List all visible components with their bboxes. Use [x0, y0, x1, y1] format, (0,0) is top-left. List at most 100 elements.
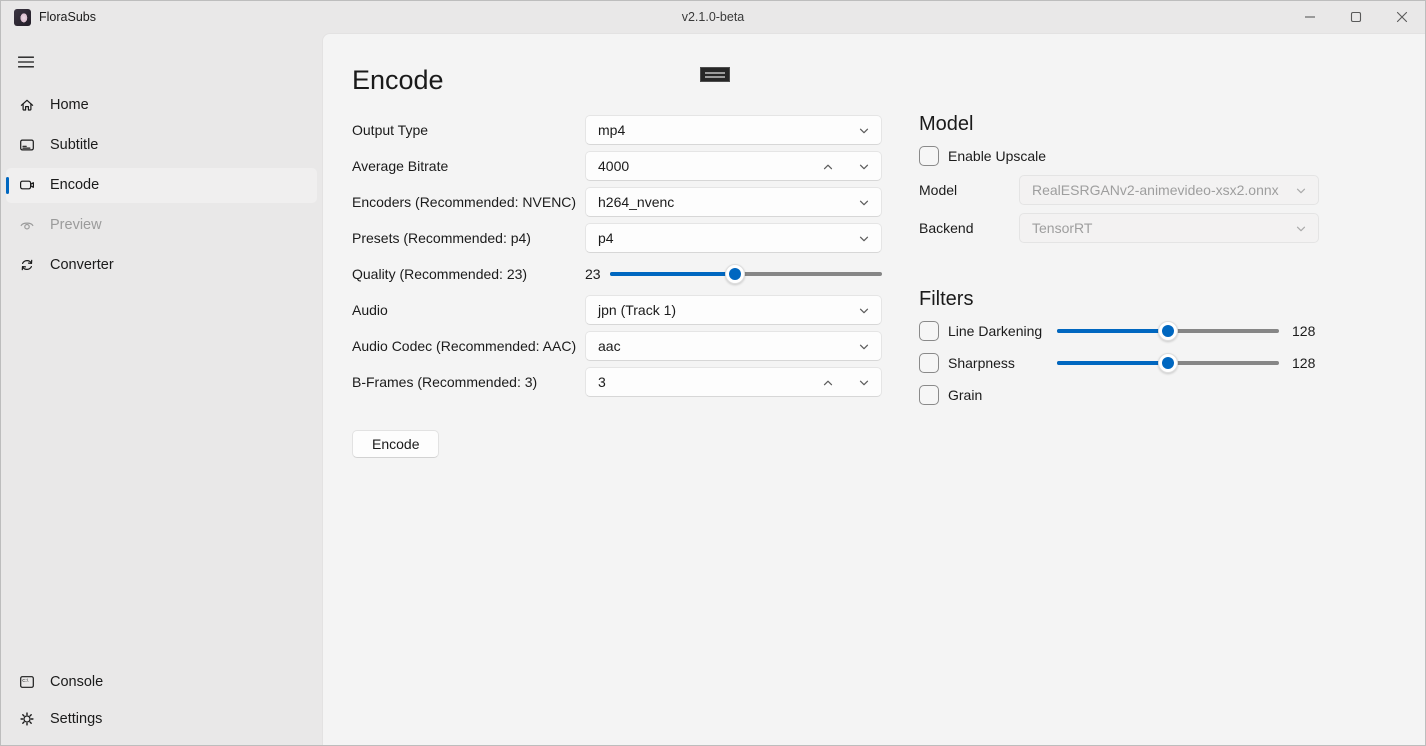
line-darkening-slider[interactable] — [1057, 321, 1279, 341]
window-controls — [1287, 1, 1425, 33]
field-label: Output Type — [352, 122, 585, 138]
slider-thumb[interactable] — [725, 264, 745, 284]
chevron-up-icon[interactable] — [822, 161, 834, 173]
b-frames-row: B-Frames (Recommended: 3) 3 — [352, 367, 912, 397]
model-row: Model RealESRGANv2-animevideo-xsx2.onnx — [919, 175, 1369, 205]
chevron-down-icon[interactable] — [858, 161, 870, 173]
quality-slider-wrap: 23 — [585, 264, 882, 284]
maximize-icon — [1350, 11, 1362, 23]
field-label: Audio — [352, 302, 585, 318]
audio-row: Audio jpn (Track 1) — [352, 295, 912, 325]
audio-dropdown[interactable]: jpn (Track 1) — [585, 295, 882, 325]
chevron-down-icon — [858, 233, 870, 245]
minimize-button[interactable] — [1287, 1, 1333, 33]
sharpness-slider[interactable] — [1057, 353, 1279, 373]
sync-icon — [19, 257, 35, 273]
backend-row: Backend TensorRT — [919, 213, 1369, 243]
chevron-up-icon[interactable] — [822, 377, 834, 389]
sidebar-item-label: Settings — [50, 711, 102, 727]
chevron-down-icon — [1295, 223, 1307, 235]
sidebar-item-label: Encode — [50, 177, 99, 193]
close-icon — [1396, 11, 1408, 23]
gear-icon — [19, 711, 35, 727]
b-frames-input[interactable]: 3 — [585, 367, 882, 397]
encode-form: Encode Output Type mp4 Average Bitrate 4… — [352, 34, 912, 458]
line-darkening-value: 128 — [1292, 323, 1332, 339]
content-panel: Encode Output Type mp4 Average Bitrate 4… — [322, 33, 1425, 745]
sidebar-item-label: Home — [50, 97, 89, 113]
drag-handle[interactable] — [700, 67, 730, 82]
average-bitrate-input[interactable]: 4000 — [585, 151, 882, 181]
close-button[interactable] — [1379, 1, 1425, 33]
presets-row: Presets (Recommended: p4) p4 — [352, 223, 912, 253]
field-label: Quality (Recommended: 23) — [352, 266, 585, 282]
sidebar-item-console[interactable]: C:\ Console — [6, 664, 317, 699]
grain-checkbox[interactable] — [919, 385, 939, 405]
encode-button[interactable]: Encode — [352, 430, 439, 458]
console-icon: C:\ — [19, 674, 35, 690]
model-dropdown: RealESRGANv2-animevideo-xsx2.onnx — [1019, 175, 1319, 205]
line-darkening-row: Line Darkening 128 — [919, 319, 1369, 343]
page-title: Encode — [352, 64, 912, 96]
sidebar-item-home[interactable]: Home — [6, 88, 317, 123]
chevron-down-icon — [858, 341, 870, 353]
field-label: Encoders (Recommended: NVENC) — [352, 194, 585, 210]
sidebar-item-encode[interactable]: Encode — [6, 168, 317, 203]
slider-thumb[interactable] — [1158, 353, 1178, 373]
field-label: Average Bitrate — [352, 158, 585, 174]
eye-icon — [19, 217, 35, 233]
subtitle-icon — [19, 137, 35, 153]
chevron-down-icon — [858, 197, 870, 209]
sharpness-row: Sharpness 128 — [919, 351, 1369, 375]
chevron-down-icon — [858, 305, 870, 317]
sidebar-item-converter[interactable]: Converter — [6, 248, 317, 283]
enable-upscale-label: Enable Upscale — [948, 148, 1046, 164]
slider-fill — [610, 272, 735, 276]
svg-text:C:\: C:\ — [22, 678, 29, 684]
quality-row: Quality (Recommended: 23) 23 — [352, 259, 912, 289]
sidebar-item-label: Preview — [50, 217, 102, 233]
enable-upscale-checkbox[interactable] — [919, 146, 939, 166]
minimize-icon — [1304, 11, 1316, 23]
quality-slider[interactable] — [610, 264, 882, 284]
app-window: FloraSubs v2.1.0-beta Home — [0, 0, 1426, 746]
presets-dropdown[interactable]: p4 — [585, 223, 882, 253]
sidebar-item-subtitle[interactable]: Subtitle — [6, 128, 317, 163]
sharpness-value: 128 — [1292, 355, 1332, 371]
right-column: Model Enable Upscale Model RealESRGANv2-… — [919, 34, 1369, 407]
sidebar-item-settings[interactable]: Settings — [6, 702, 317, 737]
audio-codec-row: Audio Codec (Recommended: AAC) aac — [352, 331, 912, 361]
grain-label: Grain — [948, 387, 1057, 403]
sidebar-item-label: Converter — [50, 257, 114, 273]
slider-fill — [1057, 329, 1168, 333]
average-bitrate-row: Average Bitrate 4000 — [352, 151, 912, 181]
slider-thumb[interactable] — [1158, 321, 1178, 341]
maximize-button[interactable] — [1333, 1, 1379, 33]
sidebar-item-label: Console — [50, 674, 103, 690]
backend-dropdown: TensorRT — [1019, 213, 1319, 243]
backend-label: Backend — [919, 220, 1019, 236]
enable-upscale-row: Enable Upscale — [919, 145, 1369, 167]
app-title: FloraSubs — [39, 10, 96, 24]
sidebar-item-preview: Preview — [6, 208, 317, 243]
sidebar: Home Subtitle Encode — [1, 33, 322, 745]
encoders-row: Encoders (Recommended: NVENC) h264_nvenc — [352, 187, 912, 217]
chevron-down-icon[interactable] — [858, 377, 870, 389]
chevron-down-icon — [858, 125, 870, 137]
chevron-down-icon — [1295, 185, 1307, 197]
app-icon — [14, 9, 31, 26]
filters-section-title: Filters — [919, 287, 1369, 311]
audio-codec-dropdown[interactable]: aac — [585, 331, 882, 361]
line-darkening-label: Line Darkening — [948, 323, 1057, 339]
output-type-dropdown[interactable]: mp4 — [585, 115, 882, 145]
quality-value: 23 — [585, 266, 601, 282]
model-label: Model — [919, 182, 1019, 198]
grain-row: Grain — [919, 383, 1369, 407]
line-darkening-checkbox[interactable] — [919, 321, 939, 341]
sharpness-checkbox[interactable] — [919, 353, 939, 373]
menu-toggle-button[interactable] — [6, 45, 46, 79]
sidebar-nav: Home Subtitle Encode — [1, 85, 322, 285]
encoders-dropdown[interactable]: h264_nvenc — [585, 187, 882, 217]
sharpness-label: Sharpness — [948, 355, 1057, 371]
field-label: Audio Codec (Recommended: AAC) — [352, 338, 585, 354]
